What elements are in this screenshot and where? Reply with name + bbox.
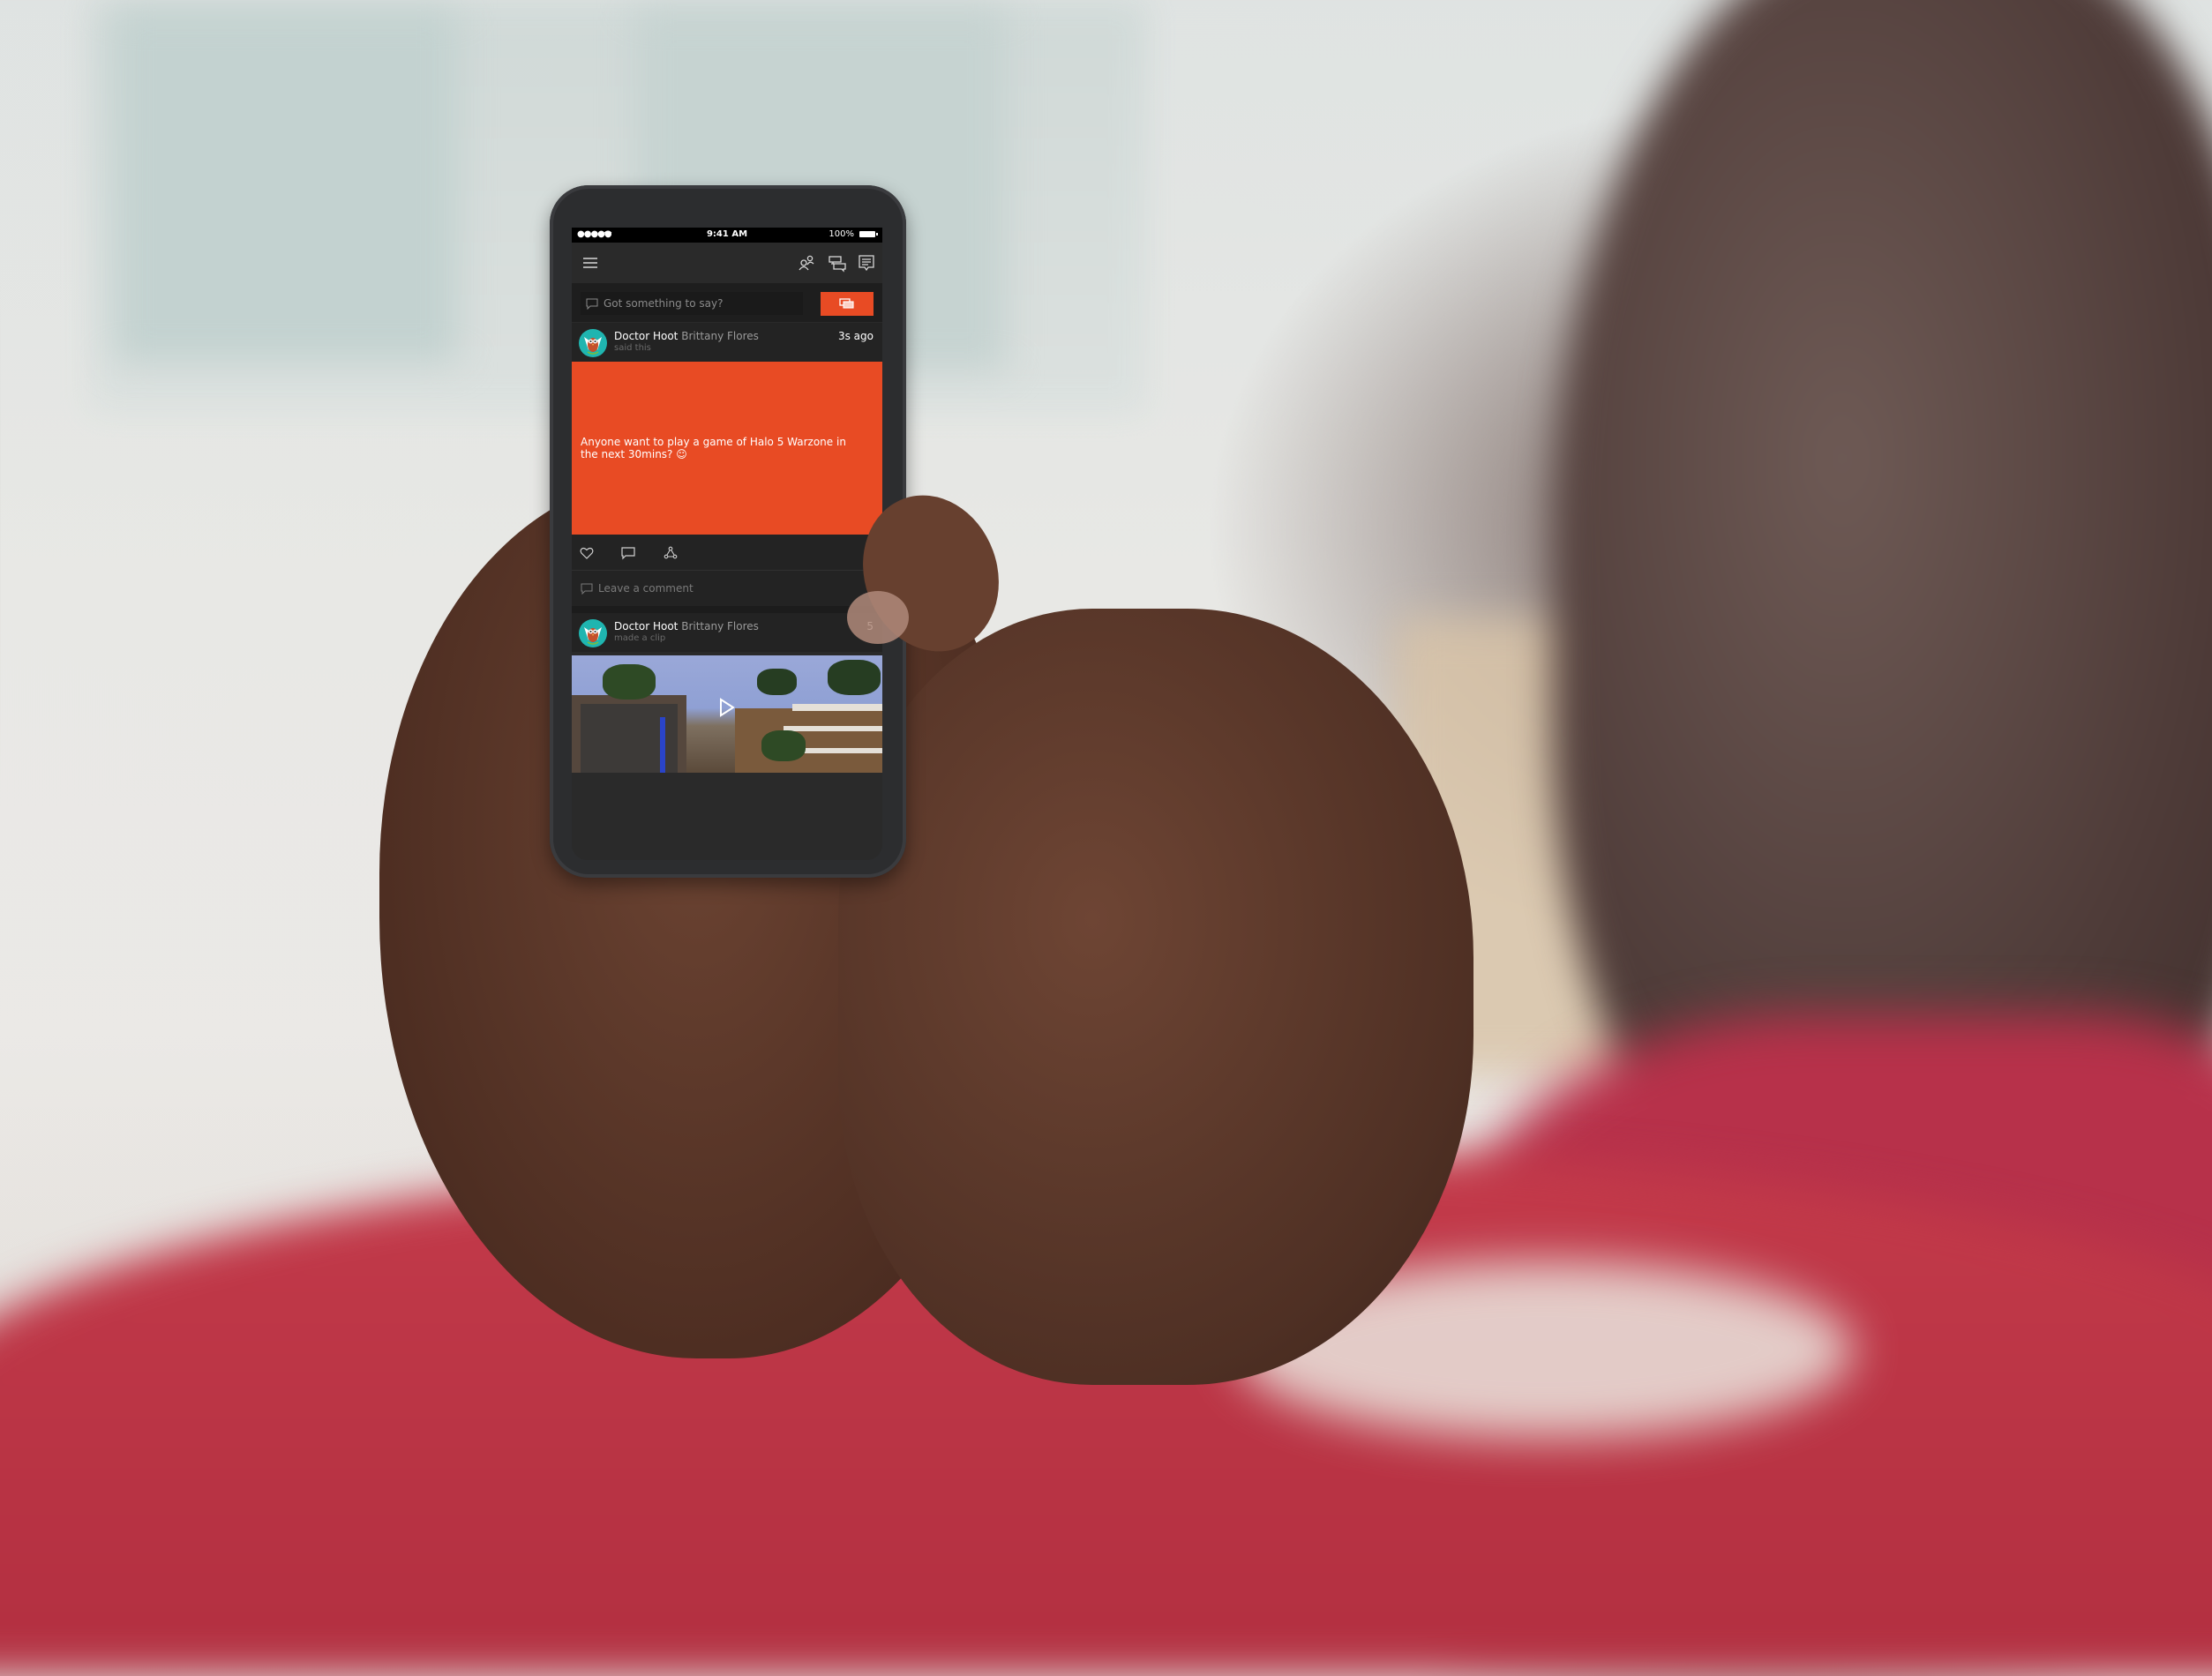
- post-timestamp: 3s ago: [837, 330, 874, 342]
- avatar[interactable]: [579, 329, 607, 357]
- comment-icon: [581, 583, 593, 595]
- post-header: Doctor Hoot Brittany Flores made a clip …: [572, 613, 882, 652]
- battery-percent: 100%: [829, 229, 854, 239]
- clip-scenery: [761, 730, 806, 761]
- clip-scenery: [828, 660, 881, 695]
- real-name: Brittany Flores: [681, 620, 759, 632]
- gamertag-name[interactable]: Doctor Hoot: [614, 620, 678, 632]
- person-shirt: [1456, 1014, 2212, 1632]
- compose-input[interactable]: Got something to say?: [581, 292, 803, 315]
- menu-icon[interactable]: [581, 253, 600, 273]
- clip-scenery: [603, 664, 656, 700]
- person-head: [1553, 0, 2212, 1253]
- post-icon: [839, 298, 854, 309]
- post-action: made a clip: [614, 633, 666, 643]
- feed-divider: [572, 606, 882, 613]
- gamertag-name[interactable]: Doctor Hoot: [614, 330, 678, 342]
- shirt-collar: [1235, 1261, 1853, 1438]
- avatar[interactable]: [579, 619, 607, 647]
- messages-icon[interactable]: [828, 253, 847, 273]
- compose-bar: Got something to say?: [572, 283, 882, 322]
- post-header: Doctor Hoot Brittany Flores said this 3s…: [572, 323, 882, 362]
- feed-empty-area: [572, 773, 882, 860]
- play-icon[interactable]: [718, 698, 736, 717]
- phone-screen: ●●●●● 9:41 AM 100% Got something to say?…: [572, 228, 882, 860]
- post-actions: [572, 535, 882, 571]
- share-icon[interactable]: [663, 545, 679, 561]
- post-timestamp: 5: [866, 620, 874, 632]
- gamertag[interactable]: Doctor Hoot Brittany Flores: [614, 620, 759, 632]
- leave-comment-input[interactable]: Leave a comment: [572, 571, 882, 606]
- post-message: Anyone want to play a game of Halo 5 War…: [581, 436, 846, 460]
- clip-scenery: [735, 708, 882, 773]
- gamertag[interactable]: Doctor Hoot Brittany Flores: [614, 330, 759, 342]
- background-window-pane: [115, 9, 459, 362]
- status-bar: ●●●●● 9:41 AM 100%: [572, 228, 882, 243]
- comment-icon[interactable]: [620, 545, 636, 561]
- like-icon[interactable]: [579, 545, 595, 561]
- clip-scenery: [801, 748, 882, 753]
- comment-placeholder: Leave a comment: [598, 582, 694, 595]
- clip-scenery: [660, 717, 665, 773]
- text-post-card[interactable]: Anyone want to play a game of Halo 5 War…: [572, 362, 882, 535]
- post-button[interactable]: [821, 292, 874, 316]
- clip-scenery: [792, 704, 882, 711]
- person-shirt: [0, 1147, 2212, 1676]
- background-cabinet: [1394, 617, 1676, 1076]
- comment-icon: [586, 298, 598, 310]
- real-name: Brittany Flores: [681, 330, 759, 342]
- owl-icon: [584, 337, 602, 355]
- battery-icon: [859, 231, 878, 237]
- compose-placeholder: Got something to say?: [604, 297, 724, 310]
- friends-icon[interactable]: [797, 253, 816, 273]
- owl-icon: [584, 627, 602, 645]
- post-action: said this: [614, 343, 651, 353]
- app-bar: [572, 243, 882, 283]
- clip-scenery: [757, 669, 797, 695]
- notifications-icon[interactable]: [857, 253, 876, 273]
- clip-scenery: [784, 726, 882, 731]
- video-clip-thumbnail[interactable]: [572, 655, 882, 773]
- right-hand: [838, 609, 1473, 1385]
